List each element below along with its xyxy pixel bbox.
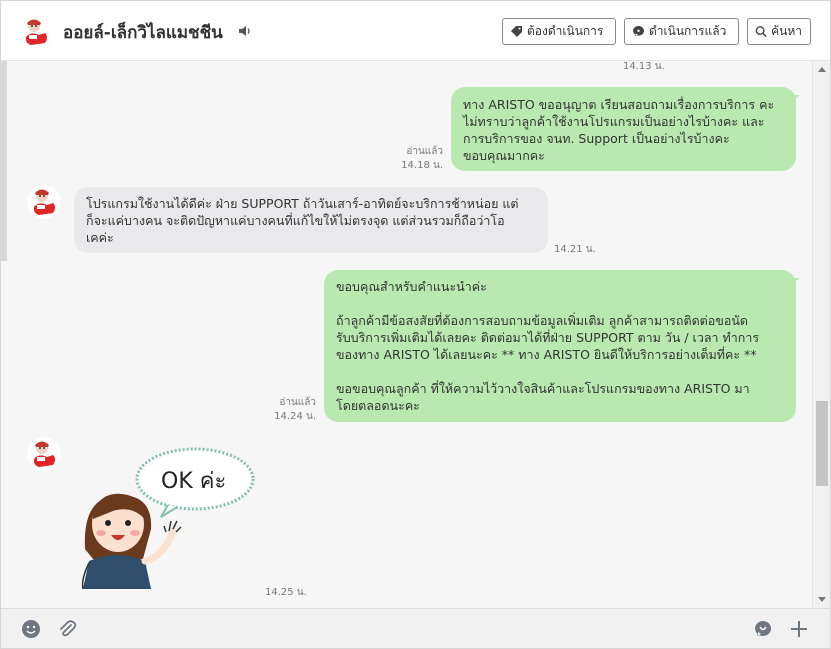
done-button-label: ดำเนินการแล้ว — [649, 24, 727, 38]
read-status: อ่านแล้ว — [406, 146, 443, 157]
chat-sticker-icon[interactable] — [753, 619, 773, 639]
chat-bubble-icon — [633, 26, 645, 36]
todo-button[interactable]: ต้องดำเนินการ — [502, 18, 616, 45]
search-icon — [755, 26, 767, 38]
speaker-icon[interactable] — [237, 23, 253, 39]
contact-avatar[interactable] — [19, 15, 53, 49]
chat-window: ออยล์-เล็กวิไลแมชชีน ต้องดำเนินการ ดำเนิ… — [0, 0, 831, 649]
search-button-label: ค้นหา — [771, 24, 802, 38]
message-time: 14.24 น. — [274, 411, 316, 422]
todo-button-label: ต้องดำเนินการ — [527, 24, 604, 38]
scroll-up-arrow-icon[interactable] — [818, 67, 826, 72]
message-meta: อ่านแล้ว 14.24 น. — [266, 396, 316, 424]
contact-name: ออยล์-เล็กวิไลแมชชีน — [63, 23, 223, 43]
bubble-tail — [790, 278, 800, 286]
chat-header: ออยล์-เล็กวิไลแมชชีน ต้องดำเนินการ ดำเนิ… — [1, 1, 830, 61]
bubble-tail — [790, 95, 800, 103]
search-button[interactable]: ค้นหา — [747, 18, 811, 45]
message-scrollbar[interactable] — [812, 61, 830, 608]
read-status: อ่านแล้ว — [279, 397, 316, 408]
done-button[interactable]: ดำเนินการแล้ว — [624, 18, 739, 45]
attachment-icon[interactable] — [57, 619, 77, 639]
message-bubble-outgoing[interactable]: ทาง ARISTO ขออนุญาต เรียนสอบถามเรื่องการ… — [451, 87, 796, 171]
message-text: ทาง ARISTO ขออนุญาต เรียนสอบถามเรื่องการ… — [463, 97, 775, 163]
message-time: 14.25 น. — [265, 587, 307, 598]
tag-icon — [511, 26, 522, 37]
ok-sticker[interactable]: OK ค่ะ — [73, 439, 258, 594]
message-time: 14.18 น. — [401, 160, 443, 171]
message-list[interactable]: 14.13 น. อ่านแล้ว 14.18 น. ทาง ARISTO ขอ… — [1, 61, 812, 608]
sticker-caption: OK ค่ะ — [161, 469, 227, 494]
scroll-down-arrow-icon[interactable] — [818, 597, 826, 602]
scrollbar-thumb[interactable] — [816, 401, 828, 486]
message-time: 14.21 น. — [554, 244, 596, 255]
message-text: ขอบคุณสำหรับคำแนะนำค่ะ ถ้าลูกค้ามีข้อสงส… — [336, 279, 760, 413]
partial-sticker — [701, 61, 761, 67]
emoji-icon[interactable] — [21, 619, 41, 639]
left-resize-handle[interactable] — [1, 61, 7, 261]
composer-toolbar — [1, 608, 830, 648]
partial-timestamp: 14.13 น. — [623, 61, 665, 72]
contact-avatar[interactable] — [27, 185, 61, 219]
message-bubble-outgoing[interactable]: ขอบคุณสำหรับคำแนะนำค่ะ ถ้าลูกค้ามีข้อสงส… — [324, 270, 796, 422]
message-text: โปรแกรมใช้งานได้ดีค่ะ ฝ่าย SUPPORT ถ้าวั… — [86, 196, 519, 245]
message-bubble-incoming[interactable]: โปรแกรมใช้งานได้ดีค่ะ ฝ่าย SUPPORT ถ้าวั… — [74, 187, 548, 253]
plus-icon[interactable] — [789, 619, 809, 639]
contact-avatar[interactable] — [27, 437, 61, 471]
message-meta: อ่านแล้ว 14.18 น. — [393, 145, 443, 173]
